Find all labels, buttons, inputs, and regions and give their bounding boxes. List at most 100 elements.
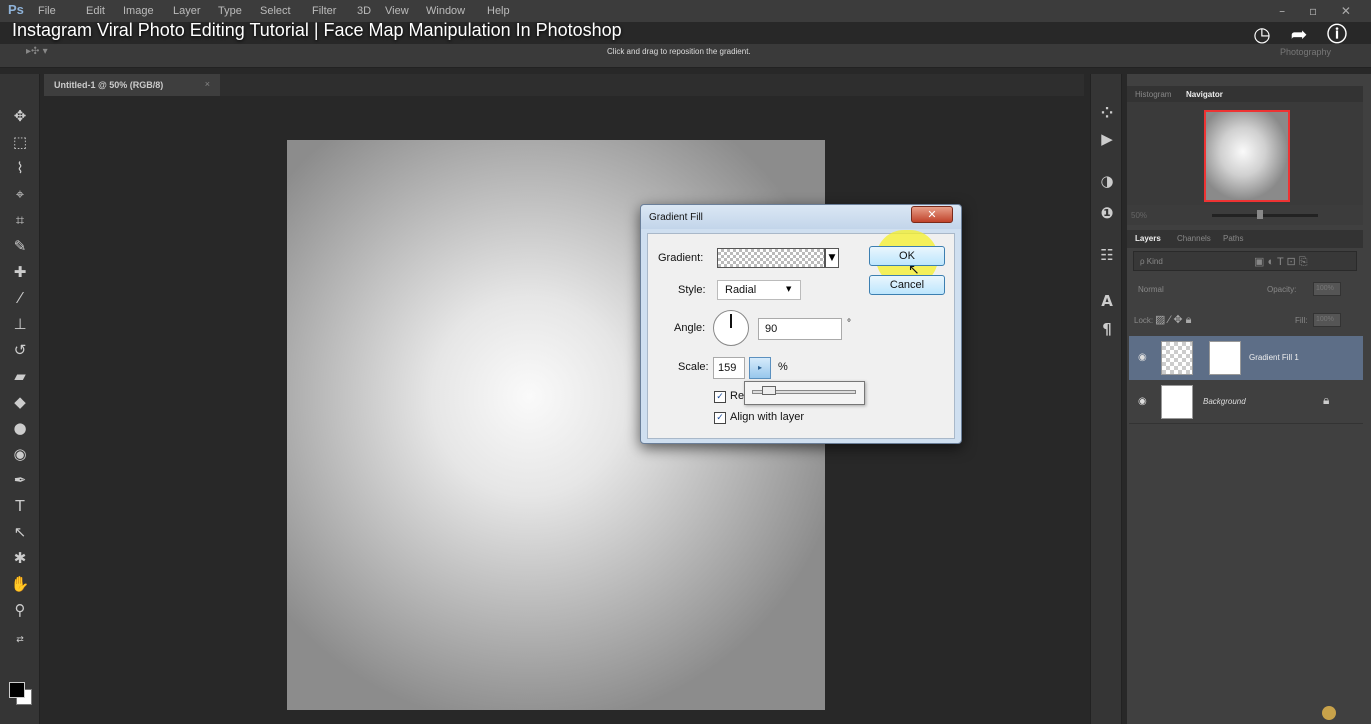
zoom-tool-icon[interactable]: ⚲ bbox=[10, 600, 30, 620]
shape-tool-icon[interactable]: ✱ bbox=[10, 548, 30, 568]
zoom-slider-handle[interactable] bbox=[1257, 210, 1263, 219]
scale-slider-toggle[interactable]: ▸ bbox=[749, 357, 771, 379]
menu-file[interactable]: File bbox=[38, 5, 56, 17]
move-tool-icon[interactable]: ✥ bbox=[10, 106, 30, 126]
paragraph-panel-icon[interactable]: ¶ bbox=[1096, 318, 1118, 340]
history-panel-icon[interactable]: ⁘ bbox=[1096, 102, 1118, 124]
share-icon[interactable]: ➦ bbox=[1287, 22, 1311, 46]
swap-colors-icon[interactable]: ⇄ bbox=[10, 630, 30, 650]
blur-tool-icon[interactable]: ● bbox=[10, 418, 30, 438]
options-hint: Click and drag to reposition the gradien… bbox=[607, 47, 751, 56]
brush-tool-icon[interactable]: ⁄ bbox=[10, 288, 30, 308]
tab-layers[interactable]: Layers bbox=[1135, 234, 1161, 243]
degree-unit: ° bbox=[847, 318, 851, 329]
info-panel-icon[interactable]: ❶ bbox=[1096, 202, 1118, 224]
path-select-tool-icon[interactable]: ↖ bbox=[10, 522, 30, 542]
cancel-button[interactable]: Cancel bbox=[869, 275, 945, 295]
layer-mask-thumbnail[interactable] bbox=[1209, 341, 1241, 375]
gradient-picker-swatch[interactable] bbox=[717, 248, 825, 268]
tools-panel: ✥ ⬚ ⌇ ⌖ ⌗ ✎ ✚ ⁄ ⊥ ↺ ▰ ◆ ● ◉ ✒ T ↖ ✱ ✋ ⚲ … bbox=[0, 74, 40, 724]
hand-tool-icon[interactable]: ✋ bbox=[10, 574, 30, 594]
paint-bucket-tool-icon[interactable]: ◆ bbox=[10, 392, 30, 412]
actions-play-icon[interactable]: ▶ bbox=[1096, 128, 1118, 150]
navigator-zoom-value[interactable]: 50% bbox=[1131, 211, 1147, 220]
dodge-tool-icon[interactable]: ◉ bbox=[10, 444, 30, 464]
type-tool-icon[interactable]: T bbox=[10, 496, 30, 516]
filter-kind[interactable]: ρ Kind bbox=[1140, 257, 1163, 266]
menu-layer[interactable]: Layer bbox=[173, 5, 201, 17]
reverse-label: Re bbox=[730, 390, 745, 402]
adjustments-icon[interactable]: ◑ bbox=[1096, 170, 1118, 192]
workspace-selector[interactable]: Photography bbox=[1280, 47, 1331, 57]
foreground-color-swatch[interactable] bbox=[9, 682, 25, 698]
layer-row-background[interactable]: ◉ Background 🔒︎ bbox=[1129, 380, 1363, 424]
menu-view[interactable]: View bbox=[385, 5, 409, 17]
chevron-down-icon[interactable]: ▼ bbox=[786, 285, 791, 293]
video-title: Instagram Viral Photo Editing Tutorial |… bbox=[12, 20, 622, 40]
tab-histogram[interactable]: Histogram bbox=[1135, 90, 1171, 99]
info-icon[interactable]: ⓘ bbox=[1325, 22, 1349, 46]
dialog-titlebar[interactable]: Gradient Fill ✕ bbox=[641, 205, 961, 229]
clone-stamp-tool-icon[interactable]: ⊥ bbox=[10, 314, 30, 334]
character-panel-icon[interactable]: A bbox=[1096, 290, 1118, 312]
scale-input[interactable]: 159 bbox=[713, 357, 745, 379]
watch-later-icon[interactable]: ◷ bbox=[1250, 22, 1274, 46]
layer-filter-bar[interactable]: ρ Kind ▣ ◐ T ⊡ ⎘ bbox=[1133, 251, 1357, 271]
history-brush-tool-icon[interactable]: ↺ bbox=[10, 340, 30, 360]
close-icon[interactable]: ✕ bbox=[911, 206, 953, 223]
document-tab[interactable]: Untitled-1 @ 50% (RGB/8) × bbox=[44, 74, 220, 96]
menu-type[interactable]: Type bbox=[218, 5, 242, 17]
tab-paths[interactable]: Paths bbox=[1223, 234, 1243, 243]
angle-input[interactable]: 90 bbox=[758, 318, 842, 340]
menu-bar: Ps File Edit Image Layer Type Select Fil… bbox=[0, 0, 1371, 22]
lock-icons[interactable]: ▨ ⁄ ✥ 🔒︎ bbox=[1155, 313, 1191, 327]
photoshop-logo: Ps bbox=[8, 2, 24, 17]
lasso-tool-icon[interactable]: ⌇ bbox=[10, 158, 30, 178]
fill-field[interactable]: 100% bbox=[1313, 313, 1341, 327]
tab-navigator[interactable]: Navigator bbox=[1186, 90, 1223, 99]
quick-select-tool-icon[interactable]: ⌖ bbox=[10, 184, 30, 204]
layer-name[interactable]: Background bbox=[1203, 397, 1246, 406]
user-avatar-icon[interactable] bbox=[1322, 706, 1336, 720]
style-label: Style: bbox=[678, 284, 706, 296]
angle-dial-hand bbox=[730, 314, 732, 328]
visibility-eye-icon[interactable]: ◉ bbox=[1138, 396, 1147, 407]
eyedropper-tool-icon[interactable]: ✎ bbox=[10, 236, 30, 256]
healing-brush-tool-icon[interactable]: ✚ bbox=[10, 262, 30, 282]
pen-tool-icon[interactable]: ✒ bbox=[10, 470, 30, 490]
menu-help[interactable]: Help bbox=[487, 5, 510, 17]
menu-edit[interactable]: Edit bbox=[86, 5, 105, 17]
visibility-eye-icon[interactable]: ◉ bbox=[1138, 352, 1147, 363]
window-controls[interactable]: – ▫ ✕ bbox=[1279, 4, 1361, 18]
scale-label: Scale: bbox=[678, 361, 709, 373]
close-tab-icon[interactable]: × bbox=[205, 79, 210, 89]
opacity-field[interactable]: 100% bbox=[1313, 282, 1341, 296]
menu-window[interactable]: Window bbox=[426, 5, 465, 17]
scale-slider-handle[interactable] bbox=[762, 386, 776, 395]
lock-icon: 🔒︎ bbox=[1323, 393, 1330, 407]
align-with-layer-label: Align with layer bbox=[730, 411, 804, 423]
chevron-down-icon[interactable]: ▼ bbox=[825, 248, 839, 268]
menu-filter[interactable]: Filter bbox=[312, 5, 336, 17]
blend-mode[interactable]: Normal bbox=[1138, 285, 1164, 294]
eraser-tool-icon[interactable]: ▰ bbox=[10, 366, 30, 386]
menu-select[interactable]: Select bbox=[260, 5, 291, 17]
layer-name[interactable]: Gradient Fill 1 bbox=[1249, 353, 1299, 362]
layer-row-gradient-fill[interactable]: ◉ Gradient Fill 1 bbox=[1129, 336, 1363, 380]
align-with-layer-checkbox[interactable]: ✓ bbox=[714, 412, 726, 424]
filter-icons[interactable]: ▣ ◐ T ⊡ ⎘ bbox=[1254, 255, 1308, 269]
reverse-checkbox[interactable]: ✓ bbox=[714, 391, 726, 403]
navigator-thumbnail[interactable] bbox=[1204, 110, 1290, 202]
crop-tool-icon[interactable]: ⌗ bbox=[10, 210, 30, 230]
panel-dock: ⁘ ▶ ◑ ❶ ☷ A ¶ bbox=[1090, 74, 1122, 724]
properties-icon[interactable]: ☷ bbox=[1096, 244, 1118, 266]
lock-label: Lock: bbox=[1134, 316, 1154, 325]
opacity-label: Opacity: bbox=[1267, 285, 1297, 294]
zoom-slider[interactable] bbox=[1212, 214, 1318, 217]
ok-button[interactable]: OK bbox=[869, 246, 945, 266]
tab-channels[interactable]: Channels bbox=[1177, 234, 1211, 243]
move-tool-icon[interactable]: ▸✣ ▾ bbox=[26, 46, 48, 57]
menu-image[interactable]: Image bbox=[123, 5, 154, 17]
marquee-tool-icon[interactable]: ⬚ bbox=[10, 132, 30, 152]
menu-3d[interactable]: 3D bbox=[357, 5, 371, 17]
